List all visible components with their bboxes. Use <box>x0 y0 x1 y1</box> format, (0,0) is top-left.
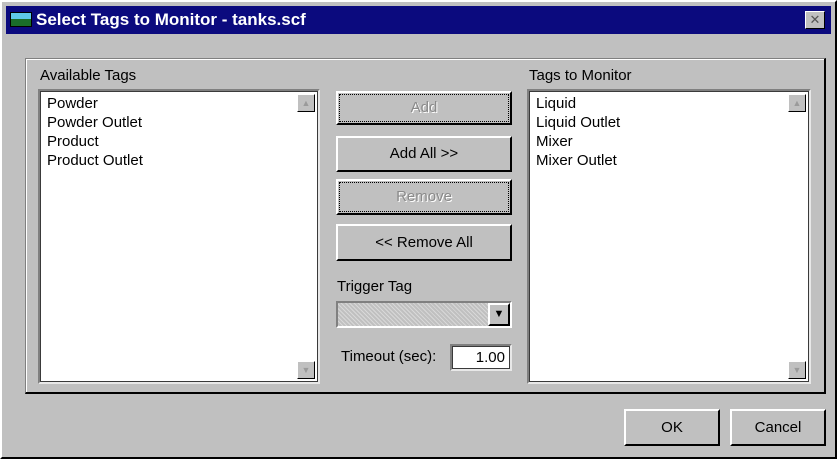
trigger-tag-label: Trigger Tag <box>337 278 413 295</box>
monitor-scrollbar[interactable]: ▲ ▼ <box>788 94 806 379</box>
scroll-up-icon[interactable]: ▲ <box>788 94 806 112</box>
close-button[interactable]: ✕ <box>805 11 825 29</box>
list-item[interactable]: Mixer <box>536 132 620 151</box>
scroll-down-icon[interactable]: ▼ <box>788 361 806 379</box>
tags-to-monitor-label: Tags to Monitor <box>529 67 632 84</box>
trigger-tag-select[interactable]: ▼ <box>336 301 512 328</box>
add-all-button[interactable]: Add All >> <box>336 136 512 172</box>
remove-all-button[interactable]: << Remove All <box>336 224 512 261</box>
tags-to-monitor-list[interactable]: Liquid Liquid Outlet Mixer Mixer Outlet … <box>527 89 811 384</box>
scroll-down-icon[interactable]: ▼ <box>297 361 315 379</box>
timeout-field[interactable]: 1.00 <box>450 344 512 371</box>
list-item[interactable]: Product <box>47 132 143 151</box>
list-item[interactable]: Powder Outlet <box>47 113 143 132</box>
remove-button[interactable]: Remove <box>336 179 512 215</box>
app-icon <box>10 12 32 27</box>
available-scrollbar[interactable]: ▲ ▼ <box>297 94 315 379</box>
available-tags-label: Available Tags <box>40 67 137 84</box>
ok-button[interactable]: OK <box>624 409 720 446</box>
available-tags-list[interactable]: Powder Powder Outlet Product Product Out… <box>38 89 320 384</box>
list-item[interactable]: Product Outlet <box>47 151 143 170</box>
list-item[interactable]: Powder <box>47 94 143 113</box>
title-bar[interactable]: Select Tags to Monitor - tanks.scf ✕ <box>6 6 831 34</box>
window-title: Select Tags to Monitor - tanks.scf <box>36 10 306 29</box>
list-item[interactable]: Mixer Outlet <box>536 151 620 170</box>
scroll-up-icon[interactable]: ▲ <box>297 94 315 112</box>
close-icon: ✕ <box>809 12 821 27</box>
list-item[interactable]: Liquid Outlet <box>536 113 620 132</box>
chevron-down-icon[interactable]: ▼ <box>488 303 510 326</box>
cancel-button[interactable]: Cancel <box>730 409 826 446</box>
dialog-window: Select Tags to Monitor - tanks.scf ✕ Ava… <box>0 0 837 459</box>
list-item[interactable]: Liquid <box>536 94 620 113</box>
timeout-label: Timeout (sec): <box>341 348 437 365</box>
add-button[interactable]: Add <box>336 91 512 125</box>
